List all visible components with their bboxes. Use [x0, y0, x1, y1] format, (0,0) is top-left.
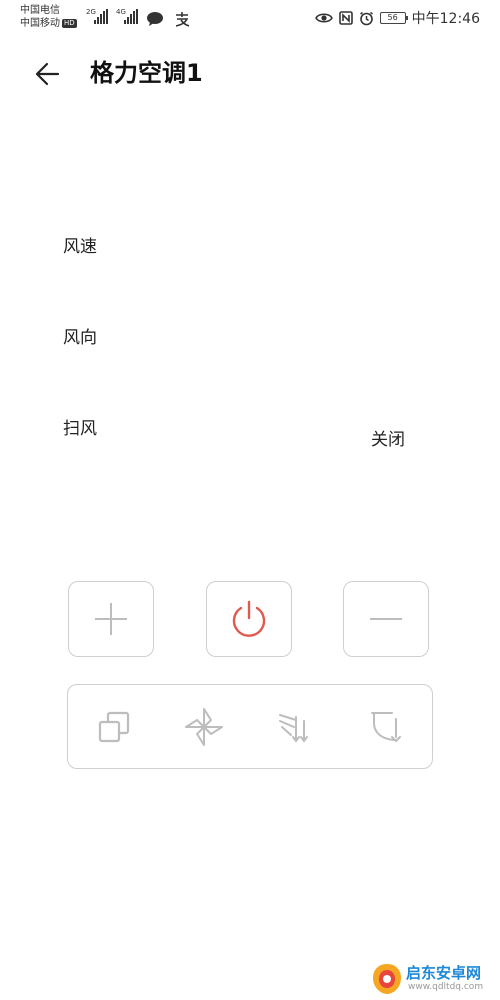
carrier-2: 中国移动 [20, 18, 60, 29]
wind-direction-icon [279, 714, 308, 743]
clock: 中午12:46 [411, 11, 480, 27]
fan-button[interactable] [182, 705, 226, 749]
chat-bubble-icon [147, 11, 163, 26]
back-arrow-icon [35, 62, 60, 86]
fan-speed-label: 风速 [63, 237, 97, 257]
carrier-info: 中国电信 中国移动 HD [20, 4, 77, 30]
battery-indicator: 56 [379, 12, 408, 24]
nfc-icon [338, 11, 353, 25]
swing-label: 扫风 [63, 419, 97, 439]
signal-4g: 4G [116, 8, 142, 26]
mode-button[interactable] [92, 705, 136, 749]
watermark-url: www.qdltdq.com [408, 982, 484, 992]
temperature-down-button[interactable] [343, 581, 429, 657]
copy-icon [98, 711, 130, 743]
watermark-logo-icon [373, 964, 401, 994]
carrier-1: 中国电信 [20, 5, 60, 16]
temperature-up-button[interactable] [68, 581, 154, 657]
plus-icon [95, 603, 127, 635]
swing-button[interactable] [364, 705, 408, 749]
swing-value: 关闭 [371, 430, 405, 450]
signal-bars-icon [124, 9, 138, 24]
watermark: 启东安卓网 www.qdltdq.com [372, 960, 500, 1000]
minus-icon [370, 618, 402, 620]
power-button[interactable] [206, 581, 292, 657]
signal-bars-icon [94, 9, 108, 24]
wind-direction-button[interactable] [272, 705, 316, 749]
status-bar: 中国电信 中国移动 HD 2G 4G 56 中午12:46 [0, 0, 500, 36]
power-icon [232, 600, 266, 637]
notification-icons [146, 8, 191, 27]
signal-2g: 2G [86, 8, 112, 26]
swing-icon [371, 712, 401, 742]
alarm-icon [359, 11, 373, 25]
wind-direction-label: 风向 [63, 328, 97, 348]
eye-icon [314, 13, 333, 23]
alipay-icon [175, 11, 190, 27]
hd-badge: HD [62, 19, 77, 28]
page-title: 格力空调1 [90, 59, 203, 87]
watermark-text: 启东安卓网 [406, 964, 482, 982]
mode-bar [67, 684, 433, 769]
back-button[interactable] [30, 56, 66, 92]
status-right: 56 中午12:46 [314, 8, 480, 28]
fan-icon [185, 708, 223, 746]
